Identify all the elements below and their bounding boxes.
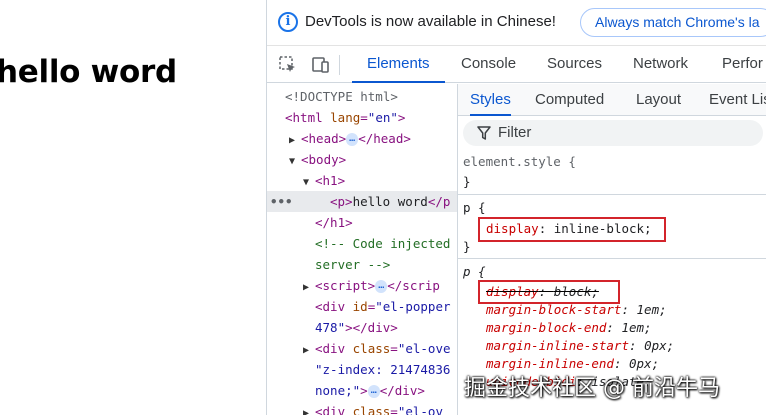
div-tag-close: ></div>: [345, 320, 398, 335]
dom-node-head[interactable]: ▶ <head>… </head>: [289, 128, 411, 149]
head-tag-close: </head>: [358, 131, 411, 146]
devtools-panel: i DevTools is now available in Chinese! …: [266, 0, 766, 415]
info-icon: i: [278, 12, 298, 32]
html-tag-close: >: [397, 110, 406, 125]
subtab-layout[interactable]: Layout: [636, 84, 681, 116]
head-tag-open: <head>: [301, 131, 347, 146]
highlight-box-author: [478, 217, 666, 242]
styles-subtabs: Styles Computed Layout Event Lis: [458, 84, 766, 116]
expand-triangle-icon[interactable]: ▶: [303, 340, 315, 361]
rule-divider: [458, 258, 766, 259]
toolbar-separator: [339, 55, 340, 75]
div-attr-name: class: [352, 404, 391, 415]
rule-element-style-close: }: [463, 174, 471, 189]
expand-triangle-icon[interactable]: ▶: [303, 277, 315, 298]
css-property-name: margin-block-end: [486, 320, 607, 335]
device-toolbar-icon[interactable]: [311, 55, 331, 75]
rule-author-close: }: [463, 239, 471, 254]
rule-author-selector[interactable]: p {: [463, 198, 486, 218]
dom-node-h1[interactable]: ▼ <h1>: [303, 170, 345, 191]
script-tag-open: <script>: [315, 278, 376, 293]
css-property-value: 0px;: [629, 356, 660, 371]
collapse-triangle-icon[interactable]: ▼: [303, 172, 315, 193]
script-tag-close: </scrip: [387, 278, 440, 293]
dom-node-div-overlay[interactable]: ▶ <div class="el-ove: [303, 338, 451, 359]
dom-node-div-overlay-cont1[interactable]: "z-index: 21474836: [315, 359, 450, 380]
dom-tree: <!DOCTYPE html> <html lang="en"> ▶ <head>…: [267, 84, 457, 415]
ua-declaration-margin-block-start[interactable]: margin-block-start: 1em;: [486, 300, 667, 320]
dom-node-html[interactable]: <html lang="en">: [285, 107, 405, 128]
page-viewport: hello word: [0, 0, 266, 415]
p-tag-close: </p: [427, 194, 451, 209]
div-attr-value: "el-ov: [397, 404, 443, 415]
div-tag-open: <div: [315, 341, 353, 356]
div-attr-value-cont: none;": [315, 383, 361, 398]
infobar-message: DevTools is now available in Chinese!: [305, 13, 556, 30]
dom-node-div-overlay-cont2[interactable]: none;">… </div>: [315, 380, 425, 401]
tab-console[interactable]: Console: [461, 46, 516, 83]
subtab-computed[interactable]: Computed: [535, 84, 604, 116]
collapsed-children-badge[interactable]: …: [346, 133, 359, 146]
div-attr-value: "el-popper: [375, 299, 451, 314]
h1-tag-open: <h1>: [315, 173, 346, 188]
tab-performance[interactable]: Perfor: [722, 46, 763, 83]
tab-elements[interactable]: Elements: [352, 46, 445, 83]
collapse-triangle-icon[interactable]: ▼: [289, 151, 301, 172]
styles-filter-input[interactable]: Filter: [463, 120, 763, 146]
html-tag-open: <html: [285, 110, 331, 125]
dom-comment-line-2[interactable]: server -->: [315, 254, 390, 275]
html-attr-value: "en": [367, 110, 398, 125]
div-tag-close: </div>: [379, 383, 425, 398]
css-property-name: margin-inline-start: [486, 338, 629, 353]
div-attr-value: "el-ove: [397, 341, 451, 356]
div-attr-value-cont: 478": [315, 320, 346, 335]
dom-node-body[interactable]: ▼ <body>: [289, 149, 346, 170]
p-tag-open: <p>: [330, 194, 353, 209]
ua-declaration-margin-block-end[interactable]: margin-block-end: 1em;: [486, 318, 652, 338]
css-property-name: margin-inline-end: [486, 356, 614, 371]
div-attr-name: class: [352, 341, 391, 356]
tab-sources[interactable]: Sources: [547, 46, 602, 83]
div-attr-value-cont: "z-index: 21474836: [315, 362, 451, 377]
ua-declaration-margin-inline-start[interactable]: margin-inline-start: 0px;: [486, 336, 674, 356]
dom-node-h1-close[interactable]: </h1>: [315, 212, 353, 233]
css-property-name: margin-block-start: [486, 302, 622, 317]
rule-divider: [458, 194, 766, 195]
expand-triangle-icon[interactable]: ▶: [289, 130, 301, 151]
p-text-content: hello word: [352, 194, 428, 209]
dom-node-p-selected[interactable]: ••• <p>hello word</p: [267, 191, 457, 212]
dom-node-div-overlay-2[interactable]: ▶ <div class="el-ov: [303, 401, 443, 415]
html-attr-name: lang: [330, 110, 361, 125]
subtab-event-listeners[interactable]: Event Lis: [709, 84, 766, 116]
watermark-text: 掘金技术社区 @ 前沿牛马: [464, 376, 720, 401]
div-tag-open: <div: [315, 404, 353, 415]
collapsed-children-badge[interactable]: …: [367, 385, 380, 398]
dom-node-div-popper[interactable]: <div id="el-popper: [315, 296, 451, 317]
devtools-toolbar: Elements Console Sources Network Perfor: [267, 46, 766, 83]
collapsed-children-badge[interactable]: …: [375, 280, 388, 293]
dom-node-div-popper-cont[interactable]: 478"></div>: [315, 317, 398, 338]
language-infobar: i DevTools is now available in Chinese! …: [267, 0, 766, 46]
rule-element-style-selector[interactable]: element.style {: [463, 152, 576, 172]
always-match-language-button[interactable]: Always match Chrome's la: [580, 8, 766, 37]
dom-node-script[interactable]: ▶ <script>… </scrip: [303, 275, 440, 296]
node-actions-icon[interactable]: •••: [270, 191, 293, 212]
div-attr-name: id: [352, 299, 368, 314]
tab-network[interactable]: Network: [633, 46, 688, 83]
subtab-styles[interactable]: Styles: [470, 84, 511, 116]
filter-placeholder: Filter: [498, 124, 532, 141]
body-tag-open: <body>: [301, 152, 347, 167]
rule-ua-selector[interactable]: p {: [463, 262, 486, 282]
inspect-element-icon[interactable]: [278, 55, 298, 75]
filter-icon: [477, 126, 491, 140]
css-property-value: 0px;: [644, 338, 675, 353]
page-heading: hello word: [0, 54, 177, 90]
div-tag-open: <div: [315, 299, 353, 314]
css-property-value: 1em;: [636, 302, 667, 317]
dom-doctype[interactable]: <!DOCTYPE html>: [285, 86, 398, 107]
css-property-value: 1em;: [621, 320, 652, 335]
styles-pane: Styles Computed Layout Event Lis Filter …: [457, 84, 766, 415]
dom-comment-line-1[interactable]: <!-- Code injected: [315, 233, 450, 254]
expand-triangle-icon[interactable]: ▶: [303, 403, 315, 415]
